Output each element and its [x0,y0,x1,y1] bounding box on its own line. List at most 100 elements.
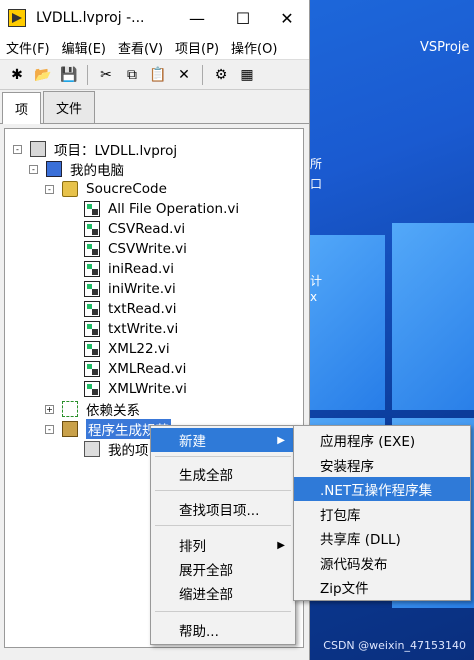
tree-node[interactable]: XMLWrite.vi [67,379,187,399]
context-menu-item[interactable]: 排列 ▶ [151,533,295,557]
watermark: CSDN @weixin_47153140 [323,639,466,652]
context-menu-item-label: 生成全部 [179,468,233,484]
copy-icon[interactable]: ⧉ [121,64,143,86]
title-bar[interactable]: LVDLL.lvproj -... — ☐ ✕ [0,0,309,36]
properties-icon[interactable]: ⚙ [210,64,232,86]
menu-separator [155,490,291,491]
context-menu-item-label: 查找项目项... [179,503,260,519]
toolbar: ✱ 📂 💾 ✂ ⧉ 📋 ✕ ⚙ ▦ [0,60,309,90]
cut-icon[interactable]: ✂ [95,64,117,86]
tree-node[interactable]: All File Operation.vi [67,199,239,219]
submenu-item[interactable]: 应用程序 (EXE) [294,428,470,452]
submenu-item[interactable]: .NET互操作程序集 [294,477,470,501]
tree-node-label: All File Operation.vi [108,201,240,217]
vi-icon [84,321,100,337]
submenu-item[interactable]: 源代码发布 [294,551,470,575]
desktop-icon-label[interactable]: VSProje [420,40,469,55]
tab-items[interactable]: 项 [2,92,42,124]
peek-text: 口 [310,177,323,191]
build-icon[interactable]: ▦ [236,64,258,86]
vi-icon [84,261,100,277]
maximize-button[interactable]: ☐ [220,0,266,36]
new-icon[interactable]: ✱ [6,64,28,86]
tree-node-label: iniRead.vi [108,261,175,277]
collapse-icon[interactable]: - [13,144,22,154]
tree-node[interactable]: - SoucreCode [45,179,167,199]
vi-icon [84,201,100,217]
peek-text: 所 [310,157,323,171]
menu-separator [155,456,291,457]
submenu-arrow-icon: ▶ [277,434,285,446]
context-menu-item[interactable]: 生成全部 [151,462,295,486]
peek-text: 计 [310,274,323,288]
open-folder-icon[interactable]: 📂 [32,64,54,86]
tree-node-label: CSVRead.vi [108,221,186,237]
menu-item[interactable]: 编辑(E) [56,38,112,57]
computer-icon [46,161,62,177]
tree-node-label: 我的项 [108,443,149,459]
tree-node[interactable]: 我的项 [67,439,149,459]
toolbar-separator [202,64,203,85]
context-menu-item[interactable]: 查找项目项... [151,497,295,521]
submenu-item[interactable]: Zip文件 [294,575,470,599]
minimize-button[interactable]: — [174,0,220,36]
context-menu-item-label: 展开全部 [179,563,233,579]
vi-icon [84,341,100,357]
tree-node[interactable]: - 项目：LVDLL.lvproj [13,139,177,159]
context-menu: 新建 ▶ 生成全部查找项目项... 排列 ▶ 展开全部缩进全部帮助... [150,425,296,645]
tree-node[interactable]: XML22.vi [67,339,170,359]
tree-node-label: CSVWrite.vi [108,241,187,257]
submenu-arrow-icon: ▶ [277,539,285,551]
tree-node[interactable]: CSVWrite.vi [67,239,187,259]
vi-icon [84,281,100,297]
expand-icon[interactable]: + [45,404,54,414]
vi-icon [84,301,100,317]
folder-icon [62,181,78,197]
collapse-icon[interactable]: - [45,424,54,434]
build-icon [62,421,78,437]
menu-item[interactable]: 操作(O) [225,38,283,57]
context-menu-item-label: 新建 [179,434,206,450]
tree-node[interactable]: + 依赖关系 [45,399,140,419]
context-menu-item[interactable]: 帮助... [151,618,295,642]
deps-icon [62,401,78,417]
menu-item[interactable]: 文件(F) [0,38,56,57]
submenu-item[interactable]: 共享库 (DLL) [294,526,470,550]
project-icon [30,141,46,157]
tree-node[interactable]: iniWrite.vi [67,279,176,299]
vi-icon [84,361,100,377]
toolbar-separator [87,64,88,85]
tree-node[interactable]: txtWrite.vi [67,319,178,339]
new-submenu: 应用程序 (EXE) 安装程序 .NET互操作程序集 打包库 共享库 (DLL) 源代码发… [293,425,471,601]
tree-node[interactable]: XMLRead.vi [67,359,186,379]
tree-node-label: 依赖关系 [86,403,140,419]
tab-files[interactable]: 文件 [43,91,96,123]
menu-item[interactable]: 查看(V) [112,38,169,57]
close-button[interactable]: ✕ [264,0,310,36]
paste-icon[interactable]: 📋 [147,64,169,86]
tree-node[interactable]: iniRead.vi [67,259,174,279]
context-menu-item[interactable]: 展开全部 [151,557,295,581]
submenu-item[interactable]: 打包库 [294,502,470,526]
tree-node-label: SoucreCode [86,181,167,197]
collapse-icon[interactable]: - [29,164,38,174]
delete-icon[interactable]: ✕ [173,64,195,86]
collapse-icon[interactable]: - [45,184,54,194]
window-title: LVDLL.lvproj -... [36,10,145,26]
tree-node[interactable]: - 我的电脑 [29,159,124,179]
tree-node-label: 项目：LVDLL.lvproj [54,143,178,159]
save-all-icon[interactable]: 💾 [58,64,80,86]
menu-item[interactable]: 项目(P) [169,38,225,57]
tree-node-label: iniWrite.vi [108,281,176,297]
context-menu-item[interactable]: 缩进全部 [151,581,295,605]
context-menu-item[interactable]: 新建 ▶ [151,428,295,452]
tree-node-label: txtRead.vi [108,301,177,317]
vi-icon [84,221,100,237]
tree-node[interactable]: txtRead.vi [67,299,177,319]
peek-text: x [310,290,318,304]
tree-node-label: 我的电脑 [70,163,124,179]
tree-node-label: txtWrite.vi [108,321,179,337]
vi-icon [84,241,100,257]
submenu-item[interactable]: 安装程序 [294,453,470,477]
tree-node[interactable]: CSVRead.vi [67,219,185,239]
